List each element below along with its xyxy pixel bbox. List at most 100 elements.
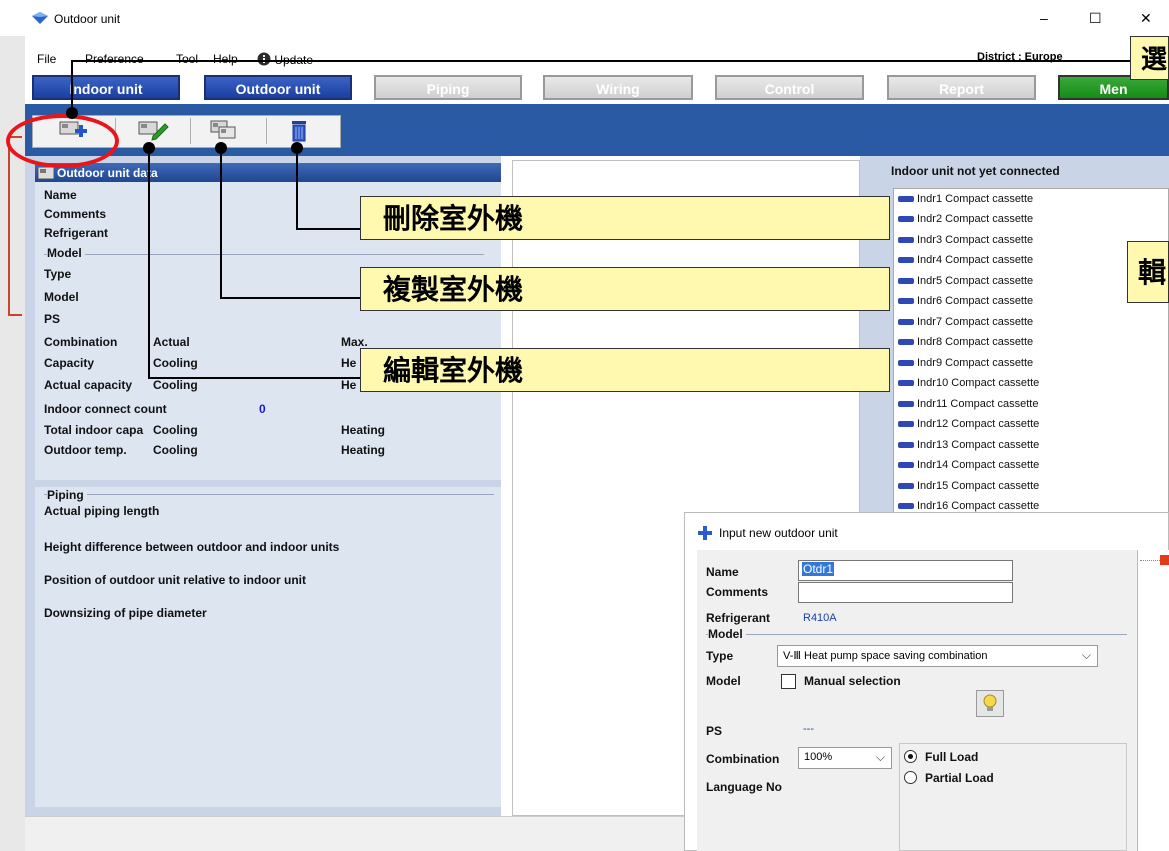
toolbar-separator — [190, 118, 191, 144]
list-item[interactable]: Indr6 Compact cassette — [898, 295, 1033, 315]
tab-report[interactable]: Report — [887, 75, 1036, 100]
partial-load-radio[interactable] — [904, 771, 917, 784]
dialog-side-area — [1137, 550, 1169, 851]
indoor-connect-count-value: 0 — [259, 402, 266, 416]
list-item[interactable]: Indr4 Compact cassette — [898, 254, 1033, 274]
dialog-refrigerant-value: R410A — [803, 612, 837, 624]
dialog-type-select[interactable]: V-Ⅲ Heat pump space saving combination ⌵ — [777, 645, 1098, 667]
list-item[interactable]: Indr13 Compact cassette — [898, 439, 1039, 459]
menu-preference[interactable]: Preference — [85, 52, 144, 66]
piping-panel — [35, 487, 501, 807]
dialog-ps-label: PS — [706, 724, 723, 738]
indoor-unit-icon — [898, 442, 914, 449]
toolbar-separator — [266, 118, 267, 144]
full-load-radio[interactable] — [904, 750, 917, 763]
indoor-unit-icon — [898, 319, 914, 326]
capacity-heating-label: He — [341, 356, 357, 370]
indoor-unit-icon — [898, 196, 914, 203]
list-item[interactable]: Indr7 Compact cassette — [898, 316, 1033, 336]
downsizing-label: Downsizing of pipe diameter — [44, 606, 207, 620]
list-item[interactable]: Indr11 Compact cassette — [898, 398, 1038, 418]
menu-file[interactable]: File — [37, 52, 56, 66]
actual-capacity-label: Actual capacity — [44, 378, 133, 392]
combination-label: Combination — [44, 335, 118, 349]
dialog-name-label: Name — [706, 565, 739, 579]
callout-delete-outdoor-unit: 刪除室外機 — [360, 196, 890, 240]
outdoor-unit-data-title: Outdoor unit data — [57, 166, 158, 180]
tab-indoor-unit[interactable]: Indoor unit — [32, 75, 180, 100]
maximize-button[interactable]: ☐ — [1089, 10, 1102, 27]
dialog-model-label: Model — [706, 674, 741, 688]
actual-capacity-cooling-label: Cooling — [153, 378, 198, 392]
comments-label: Comments — [44, 207, 107, 221]
list-item[interactable]: Indr10 Compact cassette — [898, 377, 1039, 397]
list-item[interactable]: Indr5 Compact cassette — [898, 275, 1033, 295]
combination-max-label: Max. — [341, 335, 368, 349]
manual-selection-label: Manual selection — [804, 674, 901, 688]
indoor-unit-icon — [898, 401, 914, 408]
tab-wiring[interactable]: Wiring — [543, 75, 693, 100]
model-select-button[interactable] — [976, 690, 1004, 717]
dialog-comments-label: Comments — [706, 585, 769, 599]
type-label: Type — [44, 267, 72, 281]
ps-label: PS — [44, 312, 61, 326]
indoor-unit-icon — [898, 360, 914, 367]
indoor-unit-icon — [898, 380, 914, 387]
name-label: Name — [44, 188, 77, 202]
outdoor-temp-heating-label: Heating — [341, 443, 386, 457]
copy-outdoor-unit-icon — [210, 120, 236, 139]
indoor-unit-icon — [898, 237, 914, 244]
manual-selection-checkbox[interactable] — [781, 674, 796, 689]
piping-group-border — [44, 494, 494, 495]
indoor-unit-icon — [898, 462, 914, 469]
chevron-down-icon: ⌵ — [875, 750, 885, 764]
outdoor-unit-data-header: Outdoor unit data — [35, 163, 501, 182]
combination-select[interactable]: 100% ⌵ — [798, 747, 892, 769]
list-item[interactable]: Indr3 Compact cassette — [898, 234, 1033, 254]
list-item[interactable]: Indr2 Compact cassette — [898, 213, 1033, 233]
title-bar: Outdoor unit – ☐ ✕ — [0, 0, 1169, 36]
app-icon — [32, 12, 48, 24]
indoor-unit-list[interactable]: Indr1 Compact cassette Indr2 Compact cas… — [893, 188, 1169, 514]
menu-tool[interactable]: Tool — [176, 52, 198, 66]
list-item[interactable]: Indr12 Compact cassette — [898, 418, 1039, 438]
model-group-label: Model — [47, 246, 85, 260]
indoor-unit-icon — [898, 339, 914, 346]
tab-piping[interactable]: Piping — [374, 75, 522, 100]
list-item[interactable]: Indr15 Compact cassette — [898, 480, 1039, 500]
dialog-name-input[interactable]: Otdr1 — [798, 560, 1013, 581]
copy-outdoor-unit-button[interactable] — [205, 116, 245, 146]
indoor-unit-icon — [898, 216, 914, 223]
menu-help[interactable]: Help — [213, 52, 238, 66]
tab-control[interactable]: Control — [715, 75, 864, 100]
model-label: Model — [44, 290, 79, 304]
capacity-label: Capacity — [44, 356, 95, 370]
list-item[interactable]: Indr1 Compact cassette — [898, 193, 1033, 213]
height-difference-label: Height difference between outdoor and in… — [44, 540, 340, 554]
list-item[interactable]: Indr14 Compact cassette — [898, 459, 1039, 479]
dialog-type-label: Type — [706, 649, 734, 663]
close-button[interactable]: ✕ — [1140, 10, 1152, 27]
indoor-connect-count-label: Indoor connect count — [44, 402, 167, 416]
tab-outdoor-unit[interactable]: Outdoor unit — [204, 75, 352, 100]
lightbulb-icon — [983, 694, 997, 711]
capacity-cooling-label: Cooling — [153, 356, 198, 370]
indoor-unit-icon — [898, 257, 914, 264]
minimize-button[interactable]: – — [1040, 10, 1048, 26]
combination-actual-label: Actual — [153, 335, 190, 349]
dialog-comments-input[interactable] — [798, 582, 1013, 603]
chevron-down-icon: ⌵ — [1081, 648, 1091, 662]
outdoor-temp-label: Outdoor temp. — [44, 443, 127, 457]
indoor-list-header: Indoor unit not yet connected — [891, 164, 1060, 178]
indoor-unit-icon — [898, 298, 914, 305]
edit-outdoor-unit-icon — [138, 121, 169, 141]
total-indoor-capa-heating-label: Heating — [341, 423, 386, 437]
indoor-unit-icon — [898, 421, 914, 428]
edit-outdoor-unit-button[interactable] — [133, 116, 173, 146]
list-item[interactable]: Indr8 Compact cassette — [898, 336, 1033, 356]
callout-copy-outdoor-unit: 複製室外機 — [360, 267, 890, 311]
partial-load-label: Partial Load — [925, 771, 994, 785]
dialog-title: Input new outdoor unit — [719, 526, 838, 540]
outdoor-temp-cooling-label: Cooling — [153, 443, 198, 457]
list-item[interactable]: Indr9 Compact cassette — [898, 357, 1033, 377]
